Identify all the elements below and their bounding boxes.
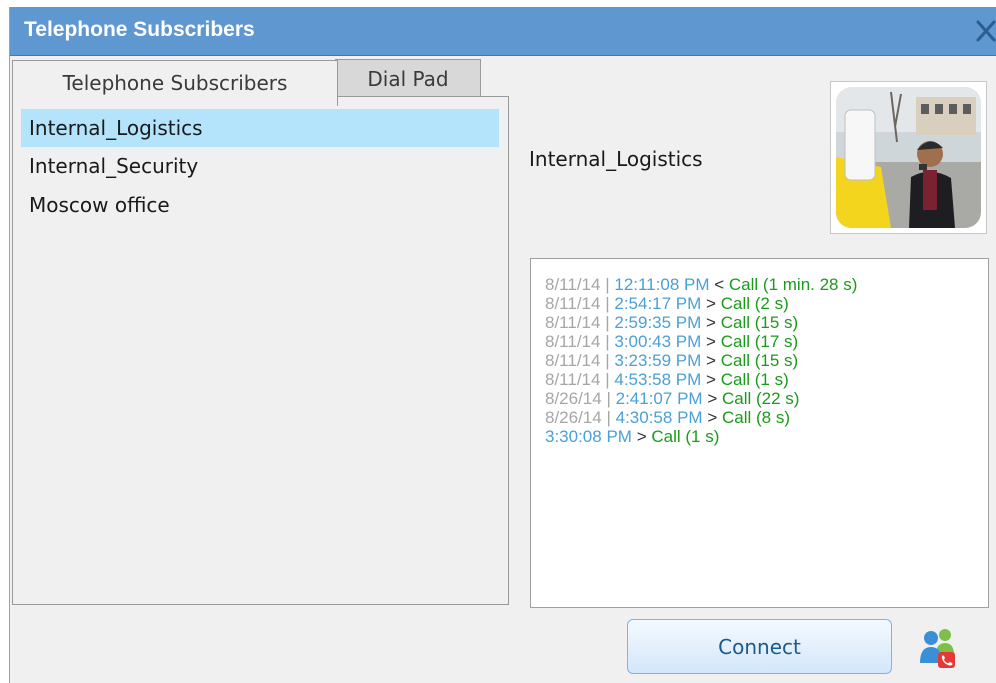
list-item[interactable]: Internal_Logistics xyxy=(21,109,499,147)
call-log-entry: 8/11/14 | 3:23:59 PM > Call (15 s) xyxy=(545,351,799,370)
call-log: 8/11/14 | 12:11:08 PM < Call (1 min. 28 … xyxy=(530,258,989,608)
connect-button[interactable]: Connect xyxy=(627,619,892,674)
avatar xyxy=(830,81,987,234)
user-photo-icon xyxy=(836,87,981,228)
call-log-entry: 8/11/14 | 3:00:43 PM > Call (17 s) xyxy=(545,332,799,351)
telephone-subscribers-window: Telephone Subscribers Telephone Subscrib… xyxy=(9,7,996,683)
list-item[interactable]: Moscow office xyxy=(21,186,499,224)
call-log-entry: 8/26/14 | 4:30:58 PM > Call (8 s) xyxy=(545,408,790,427)
tab-telephone-subscribers[interactable]: Telephone Subscribers xyxy=(12,60,338,106)
list-item[interactable]: Internal_Security xyxy=(21,147,499,185)
subscribers-list: Internal_Logistics Internal_Security Mos… xyxy=(12,96,509,605)
call-log-entry: 8/26/14 | 2:41:07 PM > Call (22 s) xyxy=(545,389,800,408)
selected-subscriber-name: Internal_Logistics xyxy=(529,147,703,171)
call-log-entry: 3:30:08 PM > Call (1 s) xyxy=(545,427,720,446)
call-log-entry: 8/11/14 | 2:59:35 PM > Call (15 s) xyxy=(545,313,799,332)
tab-dial-pad[interactable]: Dial Pad xyxy=(335,59,481,99)
subscribers-call-icon[interactable] xyxy=(918,625,958,669)
title-bar[interactable]: Telephone Subscribers xyxy=(10,7,996,56)
window-title: Telephone Subscribers xyxy=(24,18,255,41)
call-log-entry: 8/11/14 | 12:11:08 PM < Call (1 min. 28 … xyxy=(545,275,858,294)
call-log-entry: 8/11/14 | 4:53:58 PM > Call (1 s) xyxy=(545,370,789,389)
close-icon[interactable] xyxy=(975,17,996,45)
call-log-entry: 8/11/14 | 2:54:17 PM > Call (2 s) xyxy=(545,294,789,313)
